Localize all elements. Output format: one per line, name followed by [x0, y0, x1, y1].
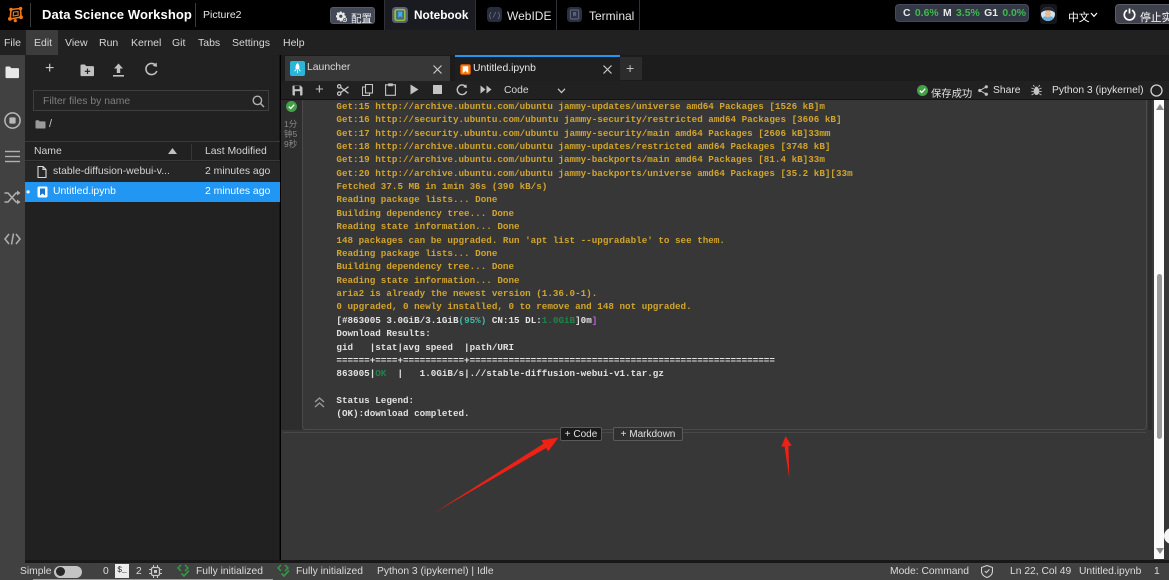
svg-text:(/): (/) — [488, 13, 501, 21]
